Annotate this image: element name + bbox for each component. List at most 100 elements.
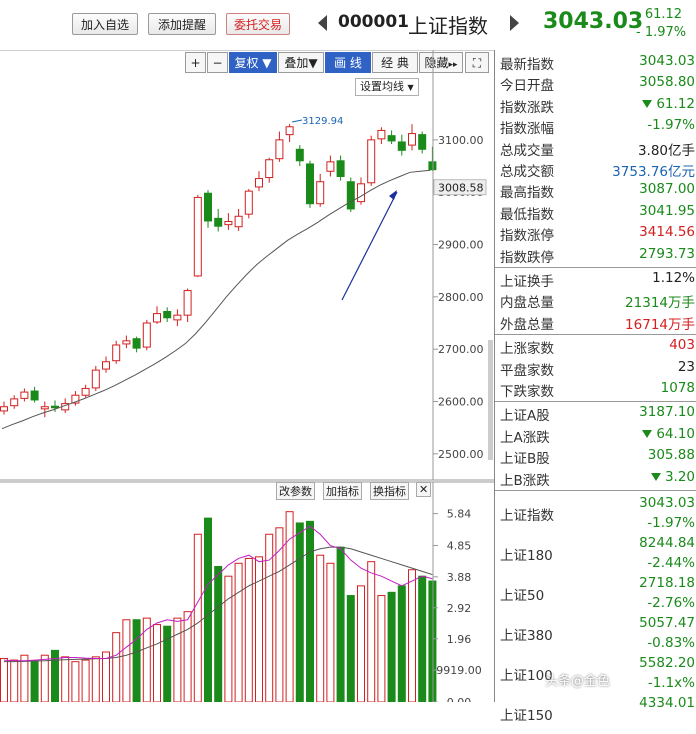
index-change-percent: -0.83% [647, 635, 695, 651]
price-tick-label: 3100.00 [438, 134, 484, 147]
watermark: 头条@金色 [545, 674, 611, 689]
volume-bar [30, 661, 39, 702]
volume-tick-label: 9919.00 [436, 664, 482, 677]
volume-bar [346, 595, 355, 702]
index-change-percent: -2.44% [647, 555, 695, 571]
quote-value: 305.88 [647, 447, 695, 464]
down-triangle-icon [642, 99, 653, 108]
quote-label: 总成交额 [500, 164, 554, 180]
price-tick-label: 2900.00 [438, 239, 484, 252]
candle [204, 190, 212, 228]
quote-value: 64.10 [642, 426, 695, 442]
volume-bar [122, 619, 131, 702]
candle [153, 306, 161, 325]
price-tick-label: 2700.00 [438, 343, 484, 356]
index-change-percent: -1.1x% [647, 675, 695, 691]
add-indicator-button[interactable]: 加指标 [323, 482, 362, 500]
index-row[interactable]: 上证380 5057.47 -0.83% [495, 614, 696, 654]
candle [285, 124, 294, 142]
quote-label: 上证换手 [500, 274, 554, 290]
quote-row: 下跌家数 1078 [495, 379, 696, 400]
down-triangle-icon [642, 429, 653, 438]
volume-tick-label: 1.96 [447, 633, 472, 646]
index-name: 上证180 [500, 548, 553, 564]
quote-row: 上证A股 3187.10 [495, 403, 696, 424]
change-percent: - 1.97% [636, 25, 687, 40]
volume-bar [10, 659, 19, 702]
index-value: 5057.47 [639, 615, 695, 631]
index-name: 上证50 [500, 588, 545, 604]
volume-bar [387, 591, 396, 702]
quote-value: 16714万手 [625, 316, 695, 333]
volume-bar [418, 575, 427, 702]
top-bar: 加入自选 添加提醒 委托交易 000001 上证指数 3043.03 - 61.… [0, 0, 696, 51]
kline-candles [0, 124, 437, 418]
candle [112, 340, 121, 364]
quote-value: 3043.03 [639, 53, 695, 69]
candle [142, 319, 151, 351]
change-params-button[interactable]: 改参数 [276, 482, 315, 500]
volume-bar [204, 517, 212, 702]
quote-label: 今日开盘 [500, 78, 554, 95]
quote-value: 3.20 [650, 469, 695, 485]
volume-bar [224, 575, 233, 702]
change-value: - 61.12 [636, 7, 683, 22]
quote-value: 23 [677, 358, 695, 375]
price-tick-label: 2800.00 [438, 291, 484, 304]
high-marker: 3129.94 [291, 116, 343, 127]
volume-bar [306, 520, 314, 702]
quote-label: 上证A股 [500, 408, 550, 425]
index-value: 3043.03 [639, 495, 695, 511]
volume-bar [428, 580, 437, 702]
index-row[interactable]: 上证150 4334.01 [495, 694, 696, 734]
volume-bar [153, 624, 161, 702]
switch-indicator-button[interactable]: 换指标 [370, 482, 409, 500]
quote-label: 下跌家数 [500, 384, 554, 400]
quote-row: 上B涨跌 3.20 [495, 468, 696, 489]
quote-label: 内盘总量 [500, 295, 554, 312]
index-name: 上证380 [500, 628, 553, 644]
chart-area[interactable]: 3100.003000.002900.002800.002700.002600.… [0, 50, 494, 702]
index-row[interactable]: 上证指数 3043.03 -1.97% [495, 494, 696, 534]
volume-bar [367, 561, 376, 702]
volume-bar [295, 522, 304, 702]
quote-row: 最高指数 3087.00 [495, 180, 696, 201]
add-alert-button[interactable]: 添加提醒 [148, 13, 216, 35]
volume-bar [357, 585, 365, 702]
add-favorite-button[interactable]: 加入自选 [72, 13, 138, 35]
volume-bar [173, 617, 182, 702]
panel-divider [495, 401, 696, 403]
candle [377, 127, 386, 145]
volume-bar [326, 562, 335, 702]
next-stock-icon[interactable] [510, 15, 519, 31]
close-icon[interactable]: ✕ [416, 482, 432, 497]
quote-row: 今日开盘 3058.80 [495, 73, 696, 94]
candle [397, 134, 406, 156]
index-value: 2718.18 [639, 575, 695, 591]
candle [102, 356, 110, 373]
quote-value: -1.97% [647, 117, 695, 134]
previous-stock-icon[interactable] [318, 15, 327, 31]
quote-row: 指数涨跌 61.12 [495, 95, 696, 116]
index-row[interactable]: 上证50 2718.18 -2.76% [495, 574, 696, 614]
quote-label: 平盘家数 [500, 362, 554, 379]
trade-button[interactable]: 委托交易 [226, 13, 290, 35]
quote-row: 外盘总量 16714万手 [495, 312, 696, 333]
quote-row: 指数跌停 2793.73 [495, 245, 696, 266]
quote-label: 指数跌停 [500, 249, 554, 266]
index-row[interactable]: 上证180 8244.84 -2.44% [495, 534, 696, 574]
down-triangle-icon [650, 472, 661, 481]
candle [408, 124, 416, 151]
candle [357, 177, 365, 205]
index-value: 5582.20 [639, 655, 695, 671]
candle [255, 171, 263, 192]
candle [234, 208, 243, 231]
quote-value: 61.12 [642, 96, 695, 112]
quote-label: 总成交量 [500, 142, 554, 159]
quote-row: 最新指数 3043.03 [495, 52, 696, 73]
candle [295, 145, 304, 167]
quote-row: 上证B股 305.88 [495, 446, 696, 467]
price-axis: 3100.003000.002900.002800.002700.002600.… [432, 50, 493, 480]
quote-label: 外盘总量 [500, 316, 554, 333]
volume-bar [40, 654, 49, 702]
